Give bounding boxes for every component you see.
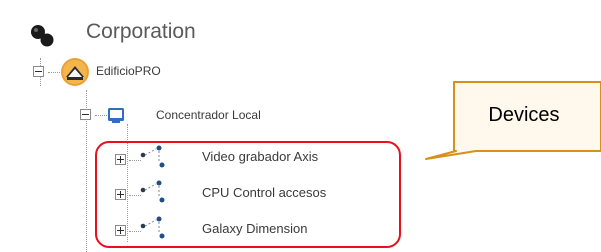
site-collapse-toggle[interactable] — [33, 66, 44, 77]
concentrator-label[interactable]: Concentrador Local — [156, 108, 261, 122]
device-tree: Corporation EdificioPRO Concentrador Loc… — [0, 0, 601, 252]
devices-highlight-box — [95, 141, 401, 248]
tree-connector — [40, 76, 41, 86]
devices-callout-label: Devices — [488, 104, 560, 126]
monitor-icon[interactable] — [107, 106, 125, 124]
concentrator-collapse-toggle[interactable] — [80, 109, 91, 120]
building-icon[interactable] — [60, 57, 90, 87]
corporation-globe-icon — [28, 23, 62, 49]
devices-callout-shape — [425, 81, 601, 160]
site-label[interactable]: EdificioPRO — [96, 64, 161, 78]
tree-root-label[interactable]: Corporation — [86, 20, 196, 44]
